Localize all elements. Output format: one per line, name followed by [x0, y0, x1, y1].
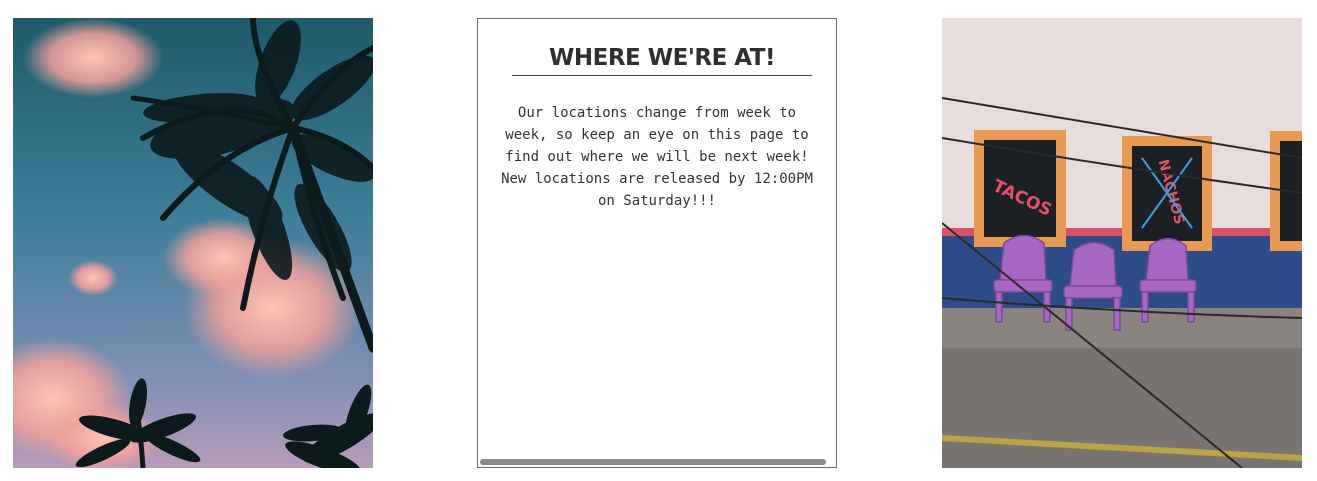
- palm-trees-photo: [13, 18, 373, 468]
- release-time-paragraph: New locations are released by 12:00PM on…: [501, 171, 813, 209]
- taco-shop-image: TACOS NACHOS: [942, 18, 1302, 468]
- locations-paragraph: Our locations change from week to week, …: [505, 105, 809, 165]
- card-body: Our locations change from week to week, …: [500, 102, 814, 212]
- horizontal-scrollbar[interactable]: [480, 459, 826, 465]
- scrollbar-thumb[interactable]: [480, 459, 826, 465]
- locations-card: WHERE WE'RE AT! Our locations change fro…: [477, 18, 837, 468]
- palm-trees-image: [13, 18, 373, 468]
- card-title: WHERE WE'RE AT!: [512, 45, 812, 76]
- taco-shop-photo: TACOS NACHOS: [942, 18, 1302, 468]
